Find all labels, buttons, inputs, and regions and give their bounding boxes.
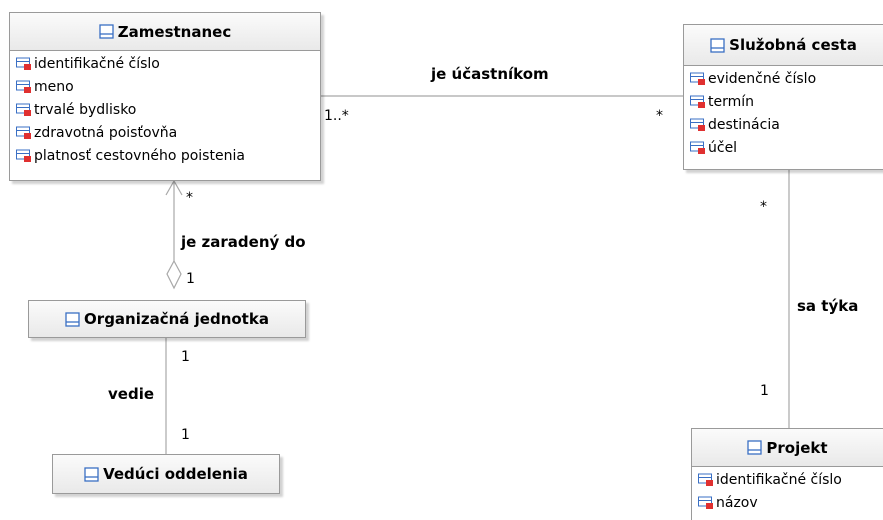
attribute-name: trvalé bydlisko: [34, 101, 137, 118]
attribute-list: identifikačné číslo názov: [692, 467, 883, 514]
attribute-name: identifikačné číslo: [716, 471, 842, 488]
class-header[interactable]: Služobná cesta: [684, 25, 883, 66]
class-name: Projekt: [766, 438, 828, 457]
class-icon: [65, 311, 80, 327]
class-icon: [84, 466, 99, 482]
attribute-item[interactable]: evidenčné číslo: [690, 67, 883, 90]
attribute-item[interactable]: destinácia: [690, 113, 883, 136]
attribute-icon: [16, 126, 31, 139]
class-icon: [99, 24, 114, 39]
association-label-sa-tyka: sa týka: [797, 297, 859, 315]
class-zamestnanec[interactable]: Zamestnanec identifikačné číslo meno trv…: [9, 12, 321, 181]
class-header[interactable]: Organizačná jednotka: [29, 301, 305, 337]
uml-class-diagram: Zamestnanec identifikačné číslo meno trv…: [0, 0, 883, 520]
class-organizacna-jednotka[interactable]: Organizačná jednotka: [28, 300, 306, 338]
multiplicity-veduci-vedie: 1: [181, 427, 190, 443]
attribute-name: identifikačné číslo: [34, 55, 160, 72]
class-icon: [710, 37, 725, 53]
multiplicity-jednotka-zaradeny: 1: [186, 271, 195, 287]
association-label-je-zaradeny-do: je zaradený do: [181, 233, 306, 251]
attribute-name: destinácia: [708, 116, 780, 133]
class-name: Organizačná jednotka: [84, 310, 269, 328]
attribute-icon: [690, 118, 705, 131]
multiplicity-zamestnanec-zaradeny: *: [186, 190, 193, 206]
multiplicity-zamestnanec-ucastnikom: 1..*: [324, 108, 349, 124]
attribute-icon: [690, 72, 705, 85]
attribute-icon: [698, 473, 713, 486]
class-projekt[interactable]: Projekt identifikačné číslo názov: [691, 428, 883, 520]
attribute-list: identifikačné číslo meno trvalé bydlisko…: [10, 51, 320, 167]
association-label-je-ucastnikom: je účastníkom: [431, 65, 549, 83]
attribute-item[interactable]: názov: [698, 491, 883, 514]
attribute-name: účel: [708, 139, 738, 156]
attribute-item[interactable]: trvalé bydlisko: [16, 98, 320, 121]
attribute-icon: [690, 141, 705, 154]
class-header[interactable]: Vedúci oddelenia: [53, 455, 279, 493]
class-icon: [747, 440, 763, 455]
multiplicity-projekt-tyka: 1: [760, 383, 769, 399]
attribute-item[interactable]: identifikačné číslo: [16, 52, 320, 75]
attribute-item[interactable]: termín: [690, 90, 883, 113]
attribute-name: meno: [34, 78, 74, 95]
attribute-icon: [16, 103, 31, 116]
class-sluzobna-cesta[interactable]: Služobná cesta evidenčné číslo termín de…: [683, 24, 883, 170]
class-name: Zamestnanec: [117, 22, 232, 41]
attribute-icon: [698, 496, 713, 509]
attribute-item[interactable]: zdravotná poisťovňa: [16, 121, 320, 144]
attribute-name: platnosť cestovného poistenia: [34, 147, 245, 164]
multiplicity-jednotka-vedie: 1: [181, 349, 190, 365]
attribute-item[interactable]: identifikačné číslo: [698, 468, 883, 491]
attribute-icon: [690, 95, 705, 108]
association-label-vedie: vedie: [108, 385, 155, 403]
class-header[interactable]: Zamestnanec: [10, 13, 320, 51]
attribute-icon: [16, 149, 31, 162]
attribute-icon: [16, 57, 31, 70]
multiplicity-cesta-ucastnikom: *: [656, 108, 663, 124]
aggregation-diamond-icon: [166, 259, 182, 290]
attribute-icon: [16, 80, 31, 93]
class-header[interactable]: Projekt: [692, 429, 883, 467]
class-name: Služobná cesta: [729, 36, 857, 54]
multiplicity-cesta-tyka: *: [760, 199, 767, 215]
attribute-name: zdravotná poisťovňa: [34, 124, 178, 141]
class-veduci-oddelenia[interactable]: Vedúci oddelenia: [52, 454, 280, 494]
attribute-item[interactable]: meno: [16, 75, 320, 98]
attribute-item[interactable]: platnosť cestovného poistenia: [16, 144, 320, 167]
class-name: Vedúci oddelenia: [103, 465, 248, 483]
attribute-name: názov: [716, 494, 758, 511]
attribute-item[interactable]: účel: [690, 136, 883, 159]
attribute-name: evidenčné číslo: [708, 70, 817, 87]
attribute-name: termín: [708, 93, 755, 110]
attribute-list: evidenčné číslo termín destinácia účel: [684, 66, 883, 159]
